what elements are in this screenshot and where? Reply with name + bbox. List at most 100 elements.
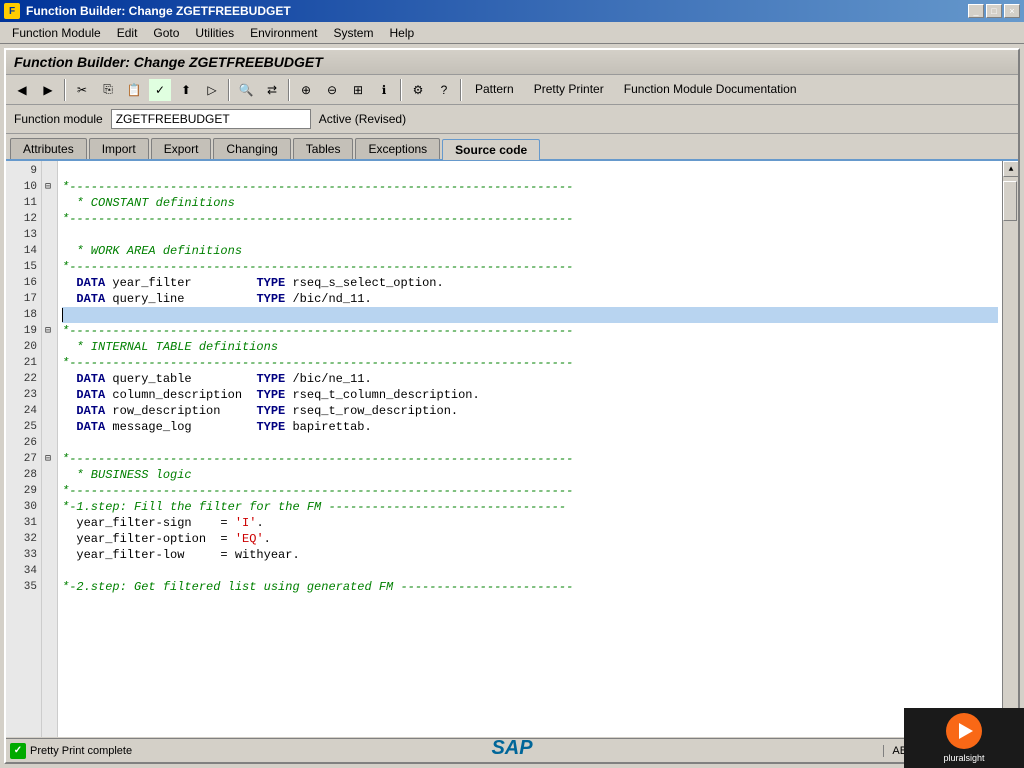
menu-utilities[interactable]: Utilities [187, 24, 242, 42]
code-line[interactable]: DATA year_filter TYPE rseq_s_select_opti… [62, 275, 998, 291]
scroll-thumb[interactable] [1003, 181, 1017, 221]
code-line[interactable]: * BUSINESS logic [62, 467, 998, 483]
expand-icon [42, 467, 54, 483]
line-number: 14 [6, 243, 41, 259]
expand-icon [42, 259, 54, 275]
pretty-printer-button[interactable]: Pretty Printer [525, 79, 613, 101]
expand-icon [42, 435, 54, 451]
expand-icon[interactable]: ⊟ [42, 179, 54, 195]
line-number: 32 [6, 531, 41, 547]
code-line[interactable] [62, 163, 998, 179]
line-number: 26 [6, 435, 41, 451]
code-line[interactable]: DATA query_line TYPE /bic/nd_11. [62, 291, 998, 307]
expand-icon [42, 387, 54, 403]
pattern-button[interactable]: Pattern [466, 79, 523, 101]
info-button[interactable]: ℹ [372, 78, 396, 102]
paste-button[interactable]: 📋 [122, 78, 146, 102]
code-line[interactable] [62, 307, 998, 323]
tab-source-code[interactable]: Source code [442, 139, 540, 160]
code-line[interactable]: *---------------------------------------… [62, 451, 998, 467]
settings-button[interactable]: ⚙ [406, 78, 430, 102]
expand-icon[interactable]: ⊟ [42, 451, 54, 467]
status-bar: ✓ Pretty Print complete SAP ABAP Ln 18 C… [6, 738, 1018, 762]
close-button[interactable]: × [1004, 4, 1020, 18]
code-line[interactable]: DATA message_log TYPE bapirettab. [62, 419, 998, 435]
code-line[interactable]: *---------------------------------------… [62, 323, 998, 339]
insert-button[interactable]: ⊕ [294, 78, 318, 102]
code-line[interactable]: *---------------------------------------… [62, 211, 998, 227]
scroll-track[interactable] [1003, 177, 1018, 721]
code-line[interactable]: *---------------------------------------… [62, 483, 998, 499]
vertical-scrollbar[interactable]: ▲ ▼ [1002, 161, 1018, 737]
play-button[interactable] [946, 713, 982, 749]
menu-edit[interactable]: Edit [109, 24, 146, 42]
check-button[interactable]: ✓ [148, 78, 172, 102]
fm-status: Active (Revised) [319, 112, 406, 126]
replace-button[interactable]: ⇄ [260, 78, 284, 102]
menu-goto[interactable]: Goto [145, 24, 187, 42]
code-content[interactable]: *---------------------------------------… [58, 161, 1002, 737]
play-icon [959, 723, 973, 739]
expand-icon[interactable]: ⊟ [42, 323, 54, 339]
code-line[interactable] [62, 435, 998, 451]
expand-icon [42, 563, 54, 579]
line-number: 20 [6, 339, 41, 355]
code-line[interactable]: * INTERNAL TABLE definitions [62, 339, 998, 355]
expand-icon [42, 211, 54, 227]
code-line[interactable]: DATA column_description TYPE rseq_t_colu… [62, 387, 998, 403]
code-line[interactable]: *---------------------------------------… [62, 355, 998, 371]
line-number: 22 [6, 371, 41, 387]
activate-button[interactable]: ⬆ [174, 78, 198, 102]
menu-function-module[interactable]: Function Module [4, 24, 109, 42]
code-line[interactable]: DATA query_table TYPE /bic/ne_11. [62, 371, 998, 387]
fm-row: Function module Active (Revised) [6, 105, 1018, 134]
tab-export[interactable]: Export [151, 138, 212, 159]
code-line[interactable]: *-2.step: Get filtered list using genera… [62, 579, 998, 595]
line-number: 16 [6, 275, 41, 291]
delete-button[interactable]: ⊖ [320, 78, 344, 102]
choose-button[interactable]: ⊞ [346, 78, 370, 102]
window-controls[interactable]: _ □ × [968, 4, 1020, 18]
find-button[interactable]: 🔍 [234, 78, 258, 102]
help2-button[interactable]: ? [432, 78, 456, 102]
forward-button[interactable]: ▶ [36, 78, 60, 102]
tab-tables[interactable]: Tables [293, 138, 354, 159]
code-line[interactable]: year_filter-option = 'EQ'. [62, 531, 998, 547]
code-line[interactable]: *-1.step: Fill the filter for the FM ---… [62, 499, 998, 515]
code-line[interactable]: * CONSTANT definitions [62, 195, 998, 211]
tab-changing[interactable]: Changing [213, 138, 290, 159]
line-number: 24 [6, 403, 41, 419]
line-number: 27 [6, 451, 41, 467]
code-line[interactable]: DATA row_description TYPE rseq_t_row_des… [62, 403, 998, 419]
expand-icon [42, 547, 54, 563]
expand-icon [42, 195, 54, 211]
line-number: 19 [6, 323, 41, 339]
line-number: 33 [6, 547, 41, 563]
cut-button[interactable]: ✂ [70, 78, 94, 102]
code-line[interactable]: *---------------------------------------… [62, 179, 998, 195]
sep1 [64, 79, 66, 101]
code-line[interactable]: year_filter-low = withyear. [62, 547, 998, 563]
expand-icon [42, 355, 54, 371]
expand-icon [42, 291, 54, 307]
tab-attributes[interactable]: Attributes [10, 138, 87, 159]
menu-help[interactable]: Help [381, 24, 422, 42]
tab-exceptions[interactable]: Exceptions [355, 138, 440, 159]
maximize-button[interactable]: □ [986, 4, 1002, 18]
minimize-button[interactable]: _ [968, 4, 984, 18]
code-line[interactable]: * WORK AREA definitions [62, 243, 998, 259]
code-line[interactable] [62, 227, 998, 243]
menu-environment[interactable]: Environment [242, 24, 325, 42]
back-button[interactable]: ◀ [10, 78, 34, 102]
scroll-up-button[interactable]: ▲ [1003, 161, 1018, 177]
test-button[interactable]: ▷ [200, 78, 224, 102]
sep4 [400, 79, 402, 101]
tab-import[interactable]: Import [89, 138, 149, 159]
code-line[interactable]: year_filter-sign = 'I'. [62, 515, 998, 531]
code-line[interactable] [62, 563, 998, 579]
code-line[interactable]: *---------------------------------------… [62, 259, 998, 275]
menu-system[interactable]: System [325, 24, 381, 42]
fm-input[interactable] [111, 109, 311, 129]
documentation-button[interactable]: Function Module Documentation [615, 79, 806, 101]
copy-button[interactable]: ⎘ [96, 78, 120, 102]
